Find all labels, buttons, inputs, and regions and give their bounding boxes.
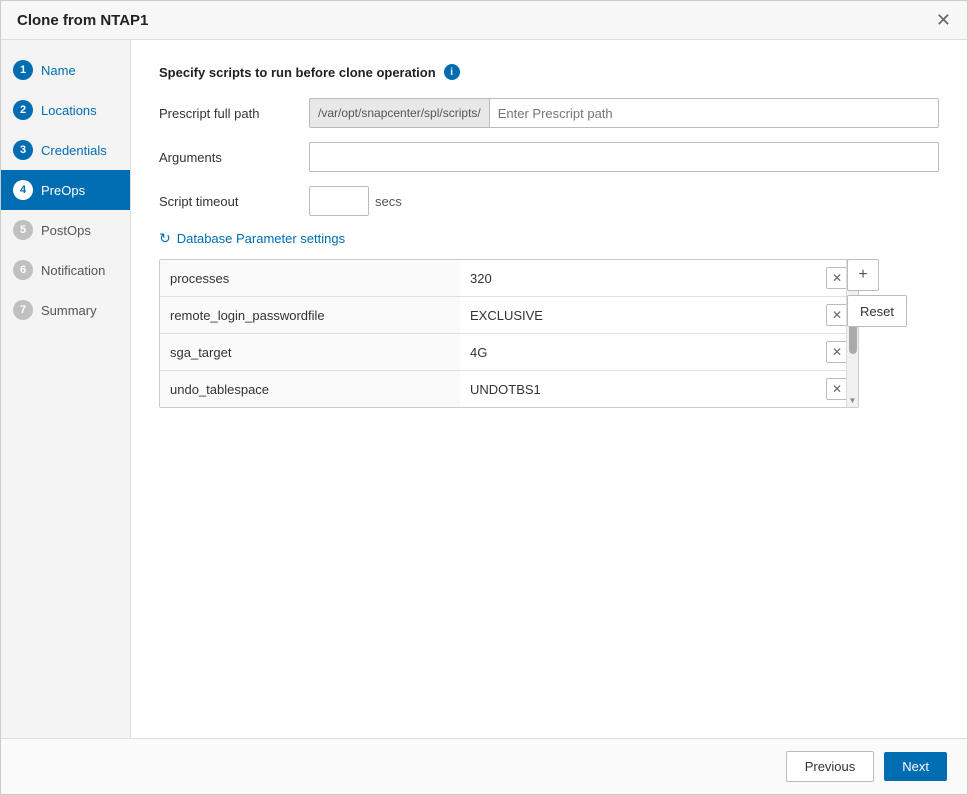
sidebar-item-label: PostOps [41, 223, 91, 238]
sidebar-item-postops[interactable]: 5 PostOps [1, 210, 130, 250]
param-value: UNDOTBS1 [460, 371, 816, 408]
step-circle: 6 [13, 260, 33, 280]
timeout-group: 60 secs [309, 186, 402, 216]
arguments-label: Arguments [159, 150, 309, 165]
modal-window: Clone from NTAP1 ✕ 1 Name 2 Locations 3 Crede… [0, 0, 968, 795]
step-circle: 7 [13, 300, 33, 320]
scroll-down-arrow[interactable]: ▼ [848, 395, 858, 405]
param-value: 320 [460, 260, 816, 297]
prescript-input[interactable] [489, 98, 939, 128]
timeout-input[interactable]: 60 [309, 186, 369, 216]
param-key: undo_tablespace [160, 371, 460, 408]
delete-row-button[interactable]: ✕ [826, 378, 848, 400]
info-icon[interactable]: i [444, 64, 460, 80]
params-table-wrapper: processes 320 ✕ remote_login_passwordfil… [159, 259, 859, 408]
delete-row-button[interactable]: ✕ [826, 267, 848, 289]
add-param-button[interactable]: + [847, 259, 879, 291]
sidebar-item-preops[interactable]: 4 PreOps [1, 170, 130, 210]
sidebar-item-notification[interactable]: 6 Notification [1, 250, 130, 290]
params-table-container: processes 320 ✕ remote_login_passwordfil… [159, 259, 859, 408]
delete-row-button[interactable]: ✕ [826, 304, 848, 326]
main-content: Specify scripts to run before clone oper… [131, 40, 967, 738]
next-button[interactable]: Next [884, 752, 947, 781]
sidebar-item-name[interactable]: 1 Name [1, 50, 130, 90]
modal-footer: Previous Next [1, 738, 967, 794]
sidebar: 1 Name 2 Locations 3 Credentials 4 PreOps 5 PostO… [1, 40, 131, 738]
arguments-row: Arguments [159, 142, 939, 172]
modal-header: Clone from NTAP1 ✕ [1, 1, 967, 40]
sidebar-item-summary[interactable]: 7 Summary [1, 290, 130, 330]
table-row: processes 320 ✕ [160, 260, 858, 297]
step-circle: 3 [13, 140, 33, 160]
param-key: remote_login_passwordfile [160, 297, 460, 334]
step-circle: 4 [13, 180, 33, 200]
param-value: 4G [460, 334, 816, 371]
timeout-label: Script timeout [159, 194, 309, 209]
previous-button[interactable]: Previous [786, 751, 875, 782]
modal-title: Clone from NTAP1 [17, 12, 148, 29]
section-title: Specify scripts to run before clone oper… [159, 64, 939, 80]
prescript-prefix: /var/opt/snapcenter/spl/scripts/ [309, 98, 489, 128]
close-button[interactable]: ✕ [936, 11, 951, 29]
prescript-label: Prescript full path [159, 106, 309, 121]
delete-row-button[interactable]: ✕ [826, 341, 848, 363]
modal-body: 1 Name 2 Locations 3 Credentials 4 PreOps 5 PostO… [1, 40, 967, 738]
prescript-group: /var/opt/snapcenter/spl/scripts/ [309, 98, 939, 128]
db-params-link[interactable]: ↻ Database Parameter settings [159, 230, 939, 247]
step-circle: 1 [13, 60, 33, 80]
sidebar-item-label: Name [41, 63, 76, 78]
refresh-icon: ↻ [159, 230, 171, 247]
sidebar-item-label: Summary [41, 303, 97, 318]
sidebar-item-label: Credentials [41, 143, 107, 158]
arguments-input[interactable] [309, 142, 939, 172]
table-row: undo_tablespace UNDOTBS1 ✕ [160, 371, 858, 408]
step-circle: 5 [13, 220, 33, 240]
sidebar-item-credentials[interactable]: 3 Credentials [1, 130, 130, 170]
sidebar-item-label: Locations [41, 103, 97, 118]
prescript-row: Prescript full path /var/opt/snapcenter/… [159, 98, 939, 128]
table-row: sga_target 4G ✕ [160, 334, 858, 371]
param-key: processes [160, 260, 460, 297]
db-params-label: Database Parameter settings [177, 231, 345, 246]
sidebar-item-label: Notification [41, 263, 105, 278]
table-actions: + Reset [847, 259, 907, 327]
reset-button[interactable]: Reset [847, 295, 907, 327]
timeout-row: Script timeout 60 secs [159, 186, 939, 216]
sidebar-item-label: PreOps [41, 183, 85, 198]
step-circle: 2 [13, 100, 33, 120]
sidebar-item-locations[interactable]: 2 Locations [1, 90, 130, 130]
timeout-unit: secs [375, 194, 402, 209]
params-table: processes 320 ✕ remote_login_passwordfil… [160, 260, 858, 407]
table-row: remote_login_passwordfile EXCLUSIVE ✕ [160, 297, 858, 334]
param-value: EXCLUSIVE [460, 297, 816, 334]
param-key: sga_target [160, 334, 460, 371]
